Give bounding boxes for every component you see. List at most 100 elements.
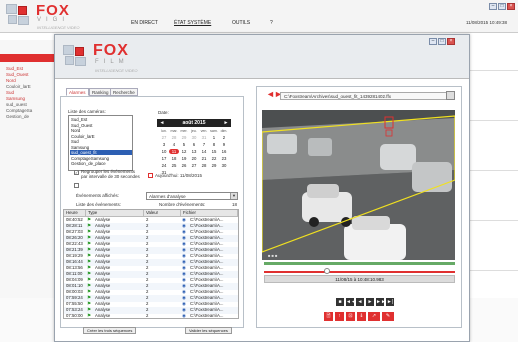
- nav-live[interactable]: EN DIRECT: [131, 20, 158, 26]
- column-header-file[interactable]: Fichier: [181, 210, 238, 217]
- calendar-day[interactable]: 29: [209, 163, 219, 168]
- calendar-day[interactable]: 22: [209, 156, 219, 161]
- fast-forward-icon[interactable]: ►►: [376, 298, 386, 306]
- calendar-day[interactable]: 14: [199, 149, 209, 154]
- stop-icon[interactable]: ■: [336, 298, 344, 306]
- calendar-day[interactable]: 26: [179, 163, 189, 168]
- group-events-checkbox[interactable]: ✓: [74, 170, 79, 175]
- nav-tools[interactable]: OUTILS: [232, 20, 250, 26]
- skip-end-icon[interactable]: ►|: [386, 298, 394, 306]
- snapshot-icon[interactable]: ⊡: [346, 312, 355, 321]
- camera-list-item[interactable]: Sud: [70, 139, 132, 144]
- sidebar-item[interactable]: Gestion_de: [6, 114, 29, 119]
- nav-system-state[interactable]: ÉTAT SYSTÈME: [174, 20, 211, 26]
- tab-ranking[interactable]: Ranking: [89, 88, 112, 96]
- sidebar-item[interactable]: Nord: [6, 78, 16, 83]
- calendar-day[interactable]: 1: [209, 135, 219, 140]
- chevron-down-icon[interactable]: ▼: [230, 193, 237, 199]
- secondary-checkbox[interactable]: [74, 183, 79, 188]
- calendar-day[interactable]: 15: [209, 149, 219, 154]
- video-frame[interactable]: ■ ■ ■: [262, 110, 455, 260]
- camera-list-item[interactable]: Sud_Ouest: [70, 123, 132, 128]
- calendar-day[interactable]: 20: [189, 156, 199, 161]
- calendar-day[interactable]: 11: [169, 149, 179, 154]
- dialog-minimize-icon[interactable]: –: [429, 38, 437, 45]
- dialog-maximize-icon[interactable]: □: [438, 38, 446, 45]
- minimize-icon[interactable]: –: [489, 3, 497, 10]
- calendar-next-icon[interactable]: ►: [223, 120, 229, 126]
- tab-search[interactable]: Recherche: [110, 88, 138, 96]
- calendar-day[interactable]: 7: [199, 142, 209, 147]
- calendar-day[interactable]: 30: [219, 163, 229, 168]
- step-back-icon[interactable]: ◄: [356, 298, 364, 306]
- calendar-day[interactable]: 23: [219, 156, 229, 161]
- camera-list[interactable]: Sud_Est Sud_Ouest Nord Couloir_larE Sud …: [68, 115, 133, 171]
- today-checkbox[interactable]: [148, 173, 153, 178]
- print-icon[interactable]: 🗎: [324, 312, 333, 321]
- camera-list-item[interactable]: Sud_Est: [70, 117, 132, 122]
- timeline-knob[interactable]: [324, 268, 331, 274]
- calendar-prev-icon[interactable]: ◄: [159, 120, 165, 126]
- calendar-day[interactable]: 2: [219, 135, 229, 140]
- events-filter-select[interactable]: Alarmes d'analyse ▼: [146, 192, 238, 200]
- calendar-day[interactable]: 6: [189, 142, 199, 147]
- sidebar-item[interactable]: Sud_Est: [6, 66, 23, 71]
- calendar-day[interactable]: 19: [179, 156, 189, 161]
- calendar-day[interactable]: 25: [169, 163, 179, 168]
- sidebar-item[interactable]: Sud_Ouest: [6, 72, 29, 77]
- calendar-day[interactable]: 9: [219, 142, 229, 147]
- column-header-type[interactable]: Type: [86, 210, 144, 217]
- calendar-day[interactable]: 29: [179, 135, 189, 140]
- play-icon[interactable]: ►: [366, 298, 374, 306]
- camera-list-item[interactable]: Nord: [70, 128, 132, 133]
- calendar-day[interactable]: 8: [209, 142, 219, 147]
- rewind-icon[interactable]: ◄◄: [346, 298, 356, 306]
- calendar-day[interactable]: 27: [189, 163, 199, 168]
- sidebar-item[interactable]: Sud: [6, 90, 14, 95]
- table-cell: 07:50:00: [66, 313, 83, 318]
- calendar-day[interactable]: 31: [199, 135, 209, 140]
- calendar-day[interactable]: 10: [159, 149, 169, 154]
- calendar-day[interactable]: 30: [189, 135, 199, 140]
- browse-button[interactable]: [446, 91, 455, 100]
- sidebar-item[interactable]: sud_ouest: [6, 102, 27, 107]
- column-header-time[interactable]: Heure: [64, 210, 86, 217]
- sidebar-item[interactable]: Couloir_larE: [6, 84, 31, 89]
- calendar-day[interactable]: 28: [169, 135, 179, 140]
- calendar-month: août 2015: [182, 120, 206, 126]
- dialog-close-icon[interactable]: ×: [447, 38, 455, 45]
- calendar-day[interactable]: 4: [169, 142, 179, 147]
- share-icon[interactable]: ↗: [368, 312, 380, 321]
- column-header-value[interactable]: Valeur: [144, 210, 181, 217]
- calendar-day[interactable]: 16: [219, 149, 229, 154]
- calendar-day[interactable]: 21: [199, 156, 209, 161]
- create-sequences-button[interactable]: Créer les trois séquences: [83, 327, 137, 334]
- tab-alarms[interactable]: Alarmes: [66, 88, 89, 96]
- camera-list-item[interactable]: ComptageSamsung: [70, 156, 132, 161]
- camera-list-item[interactable]: Couloir_larE: [70, 134, 132, 139]
- calendar-day[interactable]: 24: [159, 163, 169, 168]
- edit-icon[interactable]: ✎: [382, 312, 394, 321]
- download-icon[interactable]: ⇓: [357, 312, 366, 321]
- calendar-day[interactable]: 28: [199, 163, 209, 168]
- timeline-track[interactable]: [264, 271, 455, 273]
- calendar-day[interactable]: 13: [189, 149, 199, 154]
- camera-list-item[interactable]: Gestion_de_place: [70, 161, 132, 166]
- calendar-day[interactable]: 17: [159, 156, 169, 161]
- close-icon[interactable]: ×: [507, 3, 515, 10]
- calendar-day[interactable]: 5: [179, 142, 189, 147]
- calendar-day[interactable]: 27: [159, 135, 169, 140]
- today-label[interactable]: Aujourd'hui: 11/08/2015: [155, 173, 202, 178]
- sidebar-item[interactable]: Samsung: [6, 96, 25, 101]
- export-icon[interactable]: ↑: [335, 312, 344, 321]
- maximize-icon[interactable]: □: [498, 3, 506, 10]
- camera-list-item[interactable]: Samsung: [70, 145, 132, 150]
- sidebar-item[interactable]: ComptageSa: [6, 108, 32, 113]
- camera-list-item-selected[interactable]: sud_ouest_fit: [70, 150, 132, 156]
- calendar-day[interactable]: 3: [159, 142, 169, 147]
- calendar-day[interactable]: 12: [179, 149, 189, 154]
- calendar-day[interactable]: 18: [169, 156, 179, 161]
- table-row[interactable]: 07:50:00 ⚑ Analyse 2 ◉ C:\Foxstream\A...: [64, 313, 238, 318]
- nav-help[interactable]: ?: [270, 20, 273, 26]
- validate-sequences-button[interactable]: Valider les séquences: [185, 327, 232, 334]
